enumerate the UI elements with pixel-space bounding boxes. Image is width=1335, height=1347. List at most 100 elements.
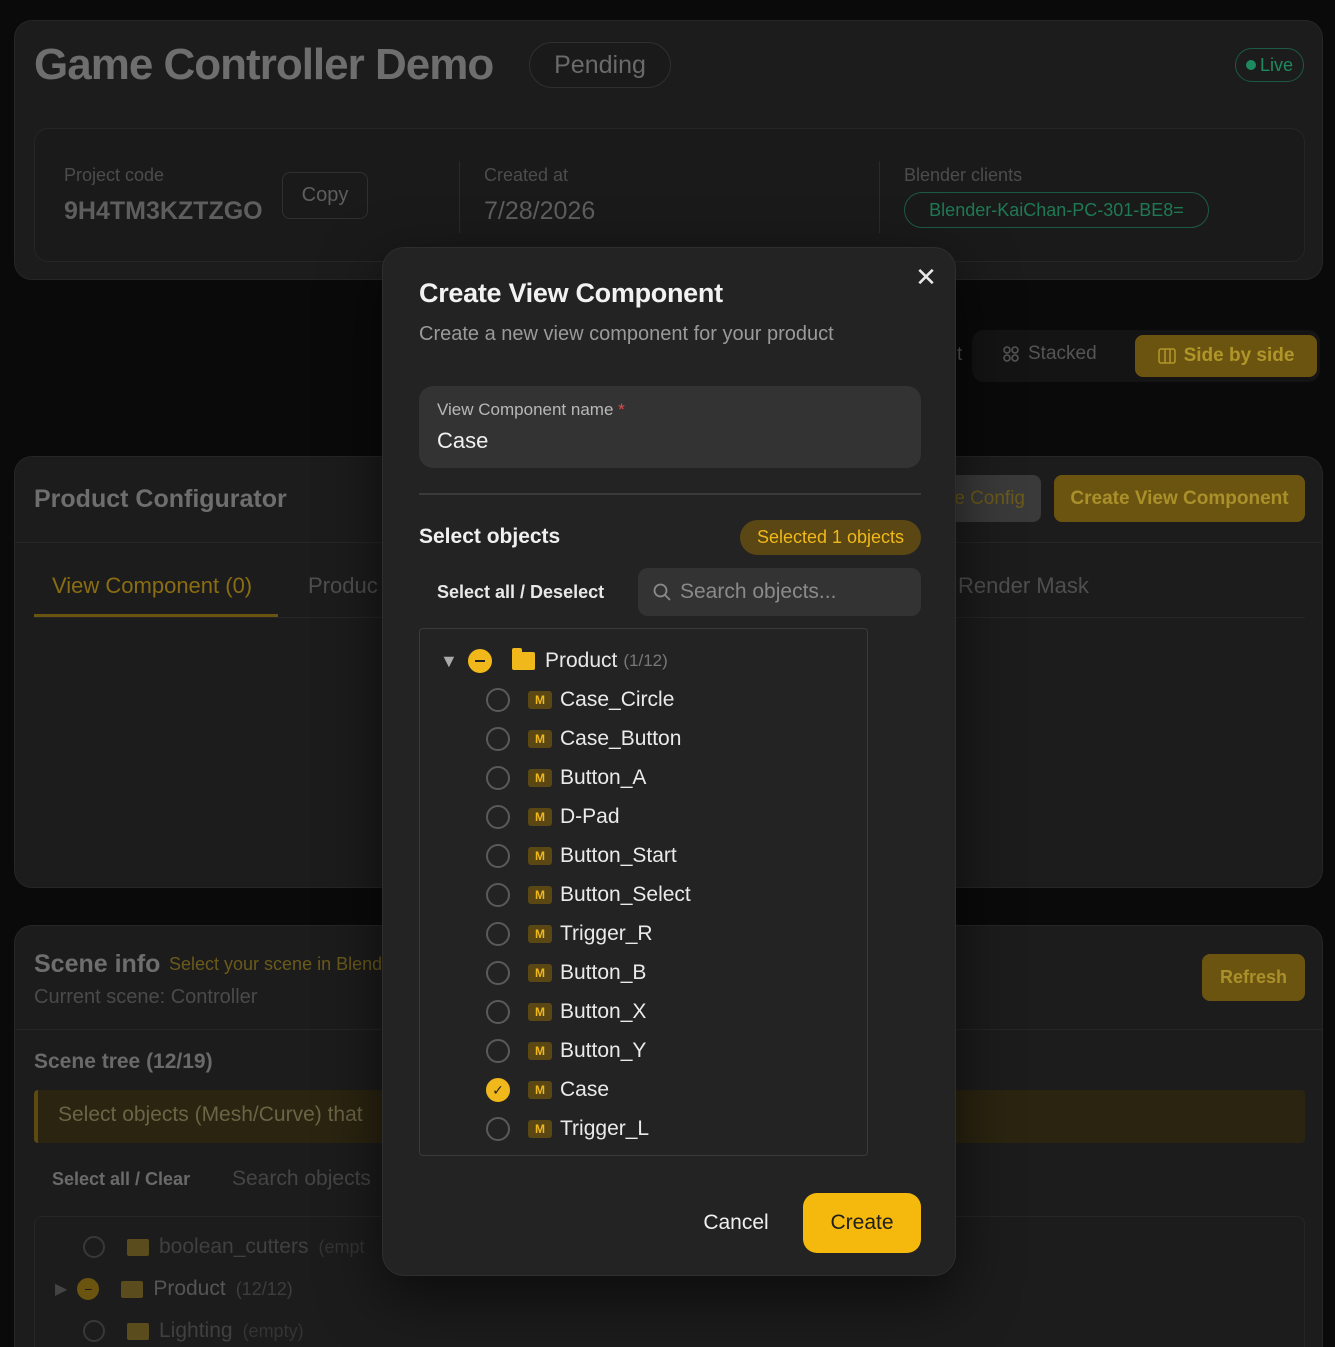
stacked-option[interactable]: Stacked [1002, 343, 1097, 365]
tree-item-label: Button_X [560, 1000, 647, 1023]
divider [459, 161, 460, 233]
tab-view-component[interactable]: View Component (0) [52, 573, 252, 599]
view-option-fragment[interactable]: t [957, 344, 962, 366]
select-all-deselect-button[interactable]: Select all / Deselect [437, 582, 604, 603]
divider [419, 493, 921, 495]
page-title: Game Controller Demo [34, 40, 494, 89]
mesh-icon: M [528, 769, 552, 787]
checkbox[interactable] [486, 844, 510, 868]
tree-item-label: Button_B [560, 961, 647, 984]
root-count: (1/12) [623, 651, 668, 670]
checkbox[interactable] [486, 688, 510, 712]
checkbox-partial[interactable]: − [77, 1278, 100, 1300]
caret-right-icon[interactable]: ▶ [55, 1279, 67, 1299]
root-label: Product [545, 649, 618, 672]
tree-row[interactable]: Lighting (empty) [83, 1319, 304, 1343]
tree-item-label: Case_Button [560, 727, 682, 750]
row-count: (12/12) [235, 1278, 293, 1299]
tree-item[interactable]: M Button_A [486, 764, 646, 792]
tree-root-product[interactable]: ▼ Product (1/12) [440, 647, 668, 675]
tree-item[interactable]: M Button_Select [486, 881, 691, 909]
checkbox[interactable] [486, 1039, 510, 1063]
checkbox-partial[interactable] [468, 649, 492, 673]
created-label: Created at [484, 165, 569, 185]
stacked-label: Stacked [1028, 343, 1097, 364]
tree-item-label: Button_Start [560, 844, 677, 867]
create-button[interactable]: Create [803, 1193, 921, 1253]
mesh-icon: M [528, 691, 552, 709]
status-badge: Pending [529, 42, 671, 88]
mesh-icon: M [528, 964, 552, 982]
tree-item[interactable]: M Case_Button [486, 725, 681, 753]
tree-item-label: Button_Select [560, 883, 691, 906]
search-icon [653, 583, 671, 601]
tree-item-label: Case_Circle [560, 688, 675, 711]
tree-item-label: Button_Y [560, 1039, 647, 1062]
create-view-component-button[interactable]: Create View Component [1054, 475, 1305, 522]
row-label: Lighting [159, 1319, 233, 1342]
tree-item-label: Case [560, 1078, 610, 1101]
copy-button[interactable]: Copy [282, 172, 368, 219]
checkbox-checked[interactable]: ✓ [486, 1078, 510, 1102]
search-input[interactable] [680, 578, 910, 606]
scene-title: Scene info [34, 950, 161, 978]
close-icon[interactable]: ✕ [914, 264, 938, 290]
view-toggle: t Stacked Side by side [957, 330, 1320, 382]
cancel-button[interactable]: Cancel [681, 1193, 791, 1253]
dialog-subtitle: Create a new view component for your pro… [419, 323, 834, 345]
checkbox[interactable] [486, 1117, 510, 1141]
checkbox[interactable] [486, 883, 510, 907]
row-count: (empt [318, 1236, 365, 1257]
mesh-icon: M [528, 1081, 552, 1099]
caret-down-icon[interactable]: ▼ [440, 651, 460, 672]
tree-item[interactable]: M Button_Start [486, 842, 677, 870]
mesh-icon: M [528, 925, 552, 943]
side-by-side-option[interactable]: Side by side [1135, 335, 1317, 377]
grid-icon [1003, 346, 1019, 362]
create-view-component-dialog: ✕ Create View Component Create a new vie… [382, 247, 956, 1276]
checkbox[interactable] [486, 1000, 510, 1024]
tree-item[interactable]: M Trigger_L [486, 1115, 649, 1143]
checkbox[interactable] [486, 922, 510, 946]
tab-product[interactable]: Produc [308, 573, 378, 599]
columns-icon [1157, 348, 1176, 364]
tree-item[interactable]: M Button_Y [486, 1037, 646, 1065]
tree-item[interactable]: M Button_B [486, 959, 646, 987]
side-by-side-label: Side by side [1183, 345, 1295, 366]
tree-item[interactable]: M Trigger_R [486, 920, 653, 948]
folder-icon [127, 1322, 149, 1340]
scene-tree-title: Scene tree (12/19) [34, 1050, 213, 1073]
checkbox[interactable] [83, 1320, 105, 1342]
refresh-button[interactable]: Refresh [1202, 954, 1305, 1001]
tree-row[interactable]: ▶ − Product (12/12) [55, 1277, 293, 1301]
folder-icon [512, 648, 535, 670]
tree-item[interactable]: M Button_X [486, 998, 646, 1026]
select-all-clear-button[interactable]: Select all / Clear [52, 1169, 190, 1190]
row-label: boolean_cutters [159, 1235, 309, 1258]
mesh-icon: M [528, 808, 552, 826]
tab-render-mask[interactable]: Render Mask [958, 573, 1089, 599]
app-background: Game Controller Demo Pending Live Projec… [0, 0, 1335, 1347]
folder-icon [121, 1280, 144, 1298]
divider [879, 161, 880, 233]
live-label: Live [1259, 54, 1294, 75]
mesh-icon: M [528, 847, 552, 865]
live-dot-icon [1245, 60, 1256, 70]
row-count: (empty) [242, 1320, 304, 1341]
checkbox[interactable] [83, 1236, 105, 1258]
name-input[interactable] [437, 428, 897, 454]
mesh-icon: M [528, 1120, 552, 1138]
checkbox[interactable] [486, 766, 510, 790]
object-search [638, 568, 921, 616]
checkbox[interactable] [486, 805, 510, 829]
current-scene: Current scene: Controller [34, 986, 258, 1008]
tree-item[interactable]: ✓ M Case [486, 1076, 609, 1104]
object-tree: ▼ Product (1/12) M Case_Circle M Case_Butto… [419, 628, 868, 1156]
tree-row[interactable]: boolean_cutters (empt [83, 1235, 364, 1259]
checkbox[interactable] [486, 727, 510, 751]
scene-search-input[interactable]: Search objects [232, 1167, 371, 1191]
checkbox[interactable] [486, 961, 510, 985]
tree-item[interactable]: M Case_Circle [486, 686, 674, 714]
project-code-label: Project code [64, 165, 165, 185]
tree-item[interactable]: M D-Pad [486, 803, 620, 831]
